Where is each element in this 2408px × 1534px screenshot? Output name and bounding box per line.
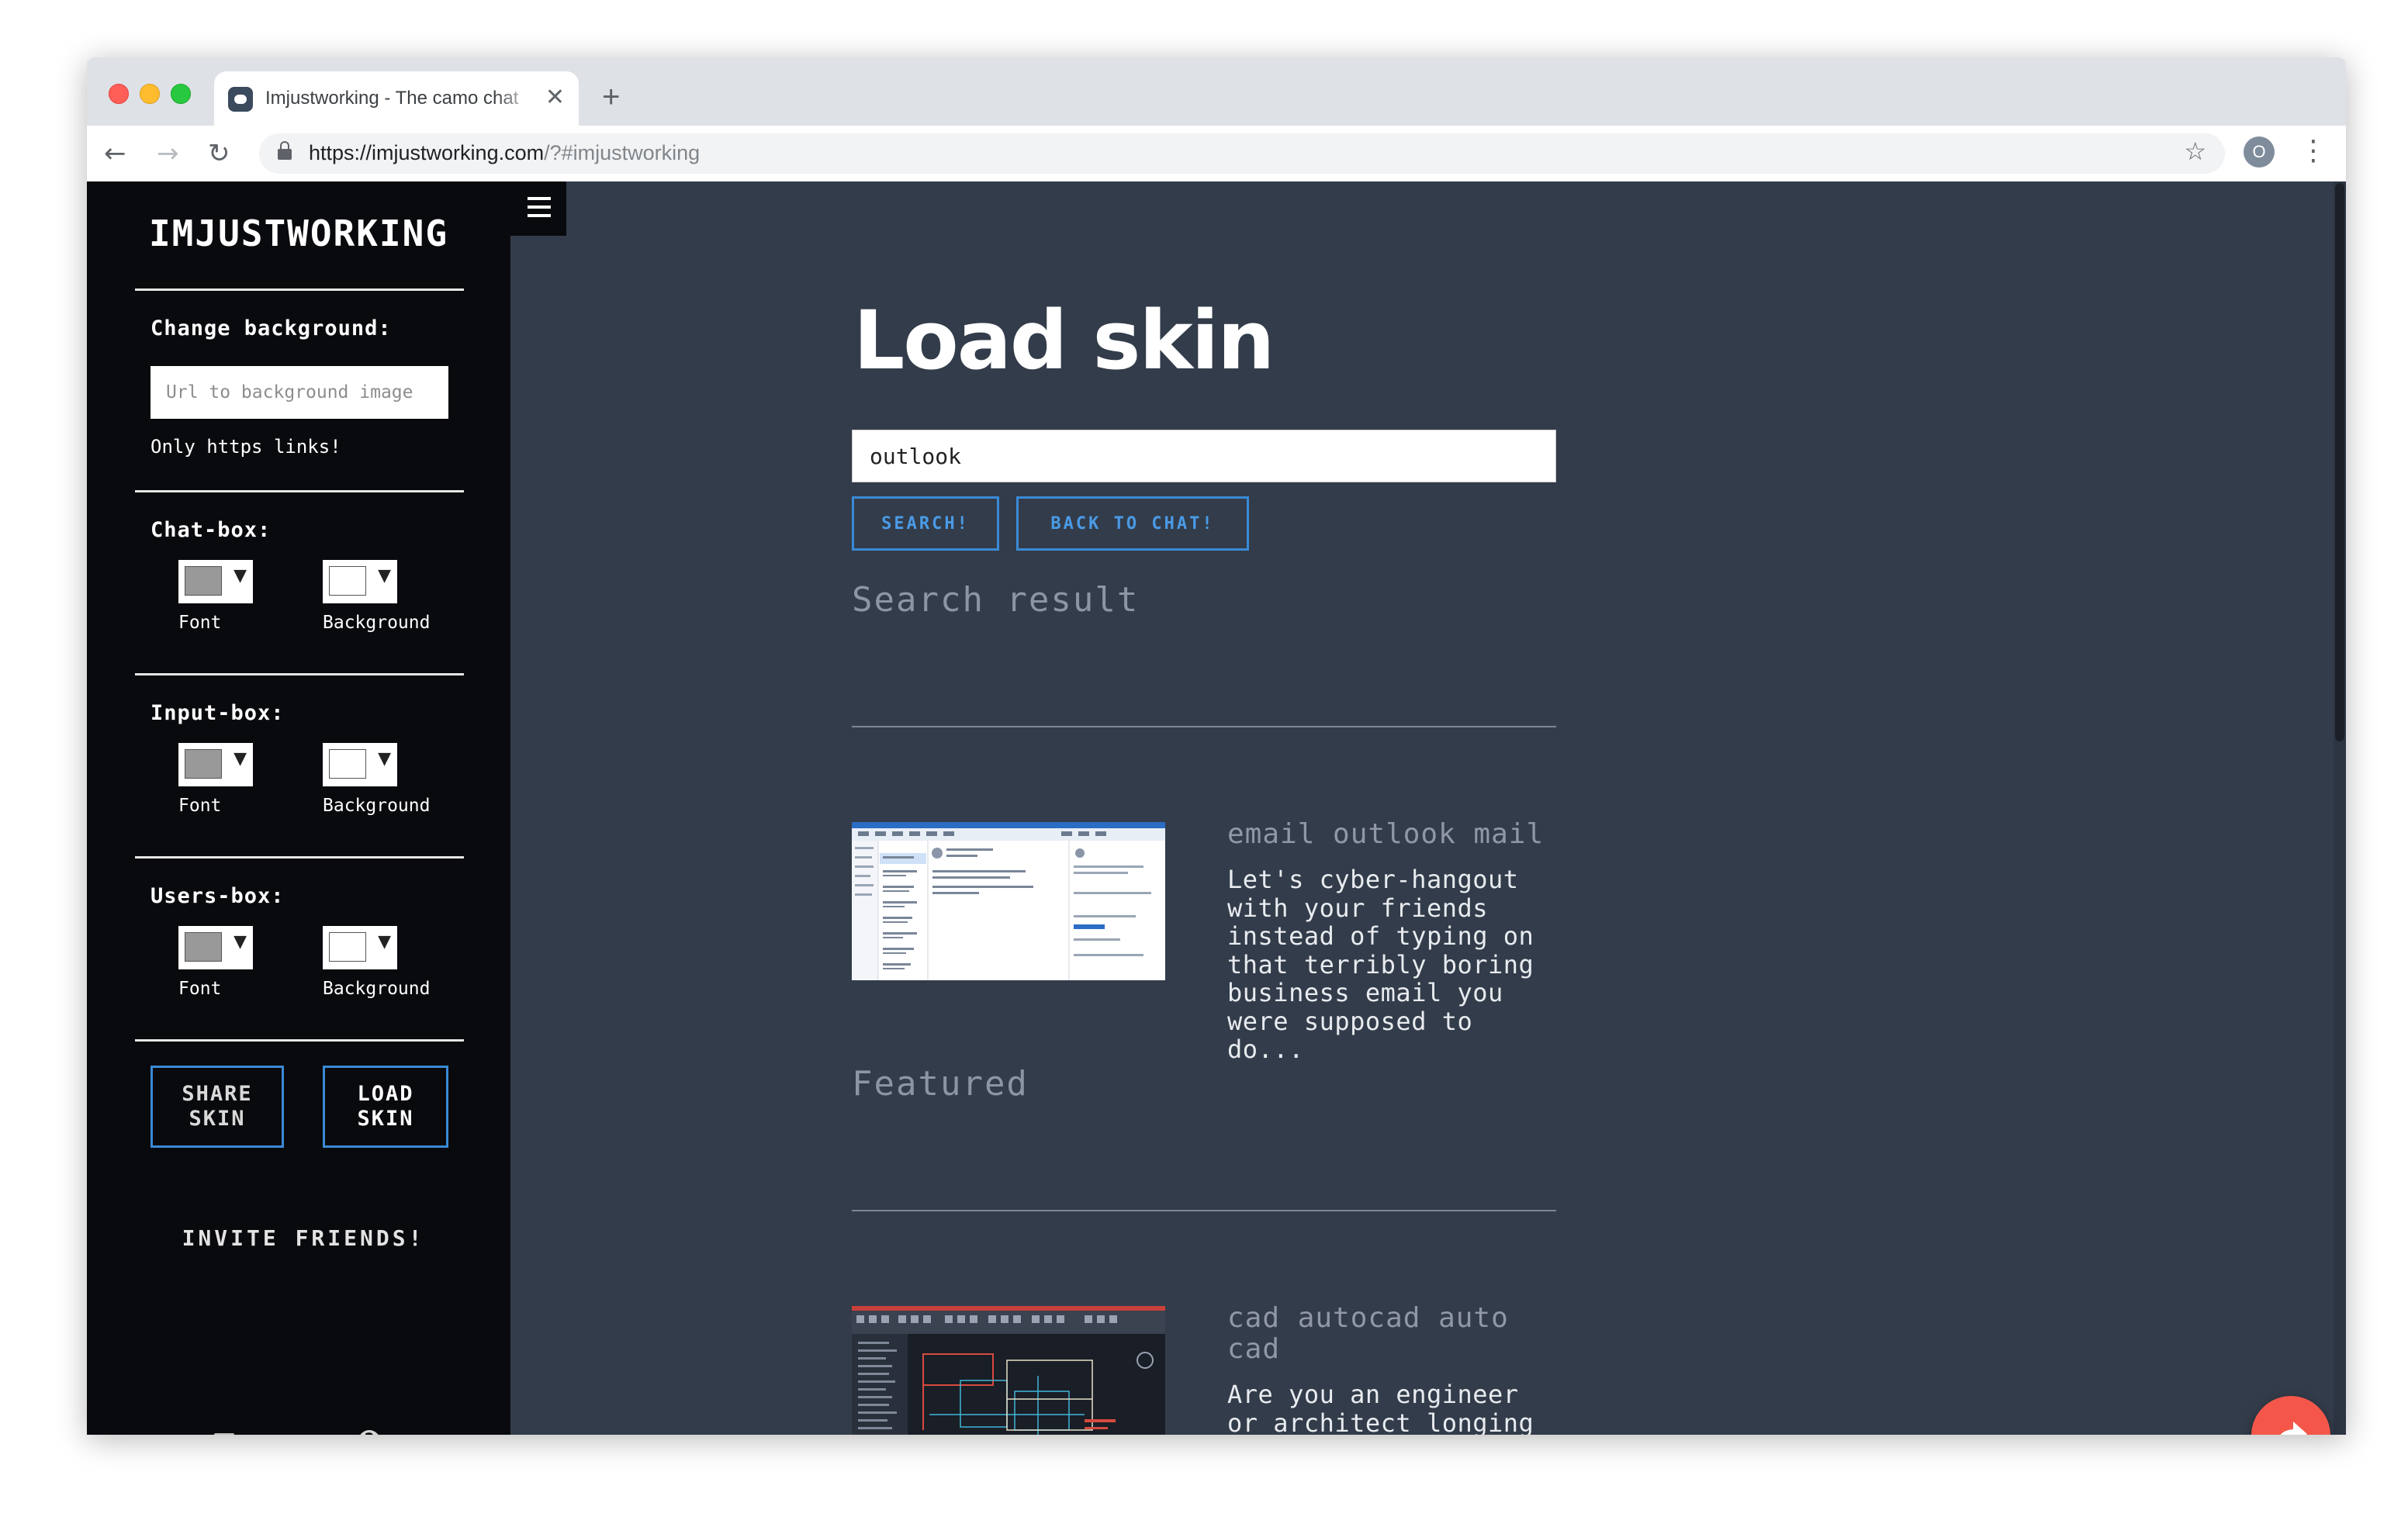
featured-heading: Featured	[852, 1064, 1029, 1104]
help-icon[interactable]: ?	[358, 1430, 380, 1435]
browser-toolbar: ← → ↻ https://imjustworking.com/?#imjust…	[87, 126, 2346, 181]
users-background-color-picker[interactable]: ▼	[323, 926, 397, 969]
close-window-button[interactable]	[109, 84, 129, 104]
change-background-label: Change background:	[150, 316, 392, 340]
outlook-screenshot-thumbnail	[852, 822, 1165, 980]
profile-avatar[interactable]: O	[2244, 136, 2275, 168]
result-title[interactable]: email outlook mail	[1227, 819, 1553, 850]
document-icon[interactable]	[214, 1433, 234, 1435]
tab-title: Imjustworking - The camo chat	[265, 88, 519, 109]
result-description: Let's cyber-hangout with your friends in…	[1227, 865, 1534, 1064]
section-divider	[852, 726, 1556, 727]
tab-bar: Imjustworking - The camo chat ✕ +	[87, 57, 2346, 126]
invite-friends-link[interactable]: INVITE FRIENDS!	[87, 1225, 510, 1251]
input-background-label: Background	[323, 796, 431, 816]
color-chip	[329, 749, 366, 779]
page-scrollbar[interactable]	[2334, 181, 2346, 1435]
url-path: /?#imjustworking	[544, 141, 701, 164]
autocad-screenshot-thumbnail	[852, 1306, 1165, 1435]
browser-window: Imjustworking - The camo chat ✕ + ← → ↻ …	[87, 57, 2346, 1435]
zoom-window-button[interactable]	[171, 84, 191, 104]
users-font-color-picker[interactable]: ▼	[178, 926, 253, 969]
page-title: Load skin	[853, 293, 1275, 388]
featured-description: Are you an engineer or architect longing…	[1227, 1380, 1534, 1435]
browser-menu-icon[interactable]: ⋮	[2299, 132, 2327, 171]
background-url-input[interactable]	[150, 366, 448, 419]
share-arrow-icon	[2280, 1422, 2307, 1435]
share-skin-button[interactable]: SHARE SKIN	[150, 1066, 284, 1148]
color-chip	[329, 566, 366, 596]
back-arrow-icon[interactable]: ←	[104, 135, 126, 172]
forward-arrow-icon[interactable]: →	[157, 135, 179, 172]
back-to-chat-button[interactable]: BACK TO CHAT!	[1016, 496, 1249, 551]
divider	[135, 288, 464, 291]
chat-background-label: Background	[323, 613, 431, 633]
url-text[interactable]: https://imjustworking.com/?#imjustworkin…	[309, 141, 700, 165]
input-box-label: Input-box:	[150, 701, 285, 725]
reload-icon[interactable]: ↻	[208, 135, 230, 172]
dropdown-caret-icon: ▼	[378, 566, 391, 586]
divider	[135, 856, 464, 859]
section-divider	[852, 1210, 1556, 1211]
dropdown-caret-icon: ▼	[234, 749, 247, 769]
browser-tab[interactable]: Imjustworking - The camo chat ✕	[214, 71, 579, 126]
search-result-heading: Search result	[852, 580, 1140, 620]
color-chip	[185, 932, 222, 962]
chat-favicon-icon	[228, 87, 253, 112]
users-box-label: Users-box:	[150, 884, 285, 908]
dropdown-caret-icon: ▼	[234, 566, 247, 586]
featured-title[interactable]: cad autocad auto cad	[1227, 1303, 1553, 1365]
minimize-window-button[interactable]	[140, 84, 160, 104]
page-viewport: IMJUSTWORKING Change background: Only ht…	[87, 181, 2346, 1435]
address-bar[interactable]: https://imjustworking.com/?#imjustworkin…	[259, 133, 2225, 174]
dropdown-caret-icon: ▼	[378, 749, 391, 769]
settings-sidebar: IMJUSTWORKING Change background: Only ht…	[87, 181, 510, 1435]
dropdown-caret-icon: ▼	[378, 932, 391, 952]
color-chip	[185, 749, 222, 779]
color-chip	[329, 932, 366, 962]
background-note: Only https links!	[150, 436, 341, 458]
input-font-color-picker[interactable]: ▼	[178, 743, 253, 786]
skin-thumbnail-autocad[interactable]	[852, 1306, 1165, 1435]
bookmark-star-icon[interactable]: ☆	[2184, 136, 2206, 166]
load-skin-button[interactable]: LOAD SKIN	[323, 1066, 448, 1148]
search-button[interactable]: SEARCH!	[852, 496, 999, 551]
scrollbar-thumb[interactable]	[2335, 183, 2344, 741]
chat-font-label: Font	[178, 613, 222, 633]
brand-logo: IMJUSTWORKING	[148, 212, 449, 254]
lock-icon	[278, 141, 292, 160]
url-host: https://imjustworking.com	[309, 141, 545, 164]
users-font-label: Font	[178, 979, 222, 999]
dropdown-caret-icon: ▼	[234, 932, 247, 952]
gear-icon[interactable]: ⚙	[285, 1427, 301, 1435]
chat-background-color-picker[interactable]: ▼	[323, 560, 397, 603]
divider	[135, 490, 464, 492]
divider	[135, 1039, 464, 1042]
skin-thumbnail-outlook[interactable]	[852, 822, 1165, 980]
load-skin-panel: Load skin SEARCH! BACK TO CHAT! Search r…	[510, 181, 2346, 1435]
skin-search-input[interactable]	[852, 430, 1556, 482]
users-background-label: Background	[323, 979, 431, 999]
close-tab-icon[interactable]: ✕	[545, 82, 565, 113]
load-skin-label: LOAD SKIN	[357, 1082, 414, 1131]
input-background-color-picker[interactable]: ▼	[323, 743, 397, 786]
input-font-label: Font	[178, 796, 222, 816]
divider	[135, 673, 464, 675]
share-skin-label: SHARE SKIN	[182, 1082, 253, 1131]
chat-box-label: Chat-box:	[150, 518, 272, 542]
chat-font-color-picker[interactable]: ▼	[178, 560, 253, 603]
color-chip	[185, 566, 222, 596]
new-tab-button[interactable]: +	[602, 78, 620, 116]
